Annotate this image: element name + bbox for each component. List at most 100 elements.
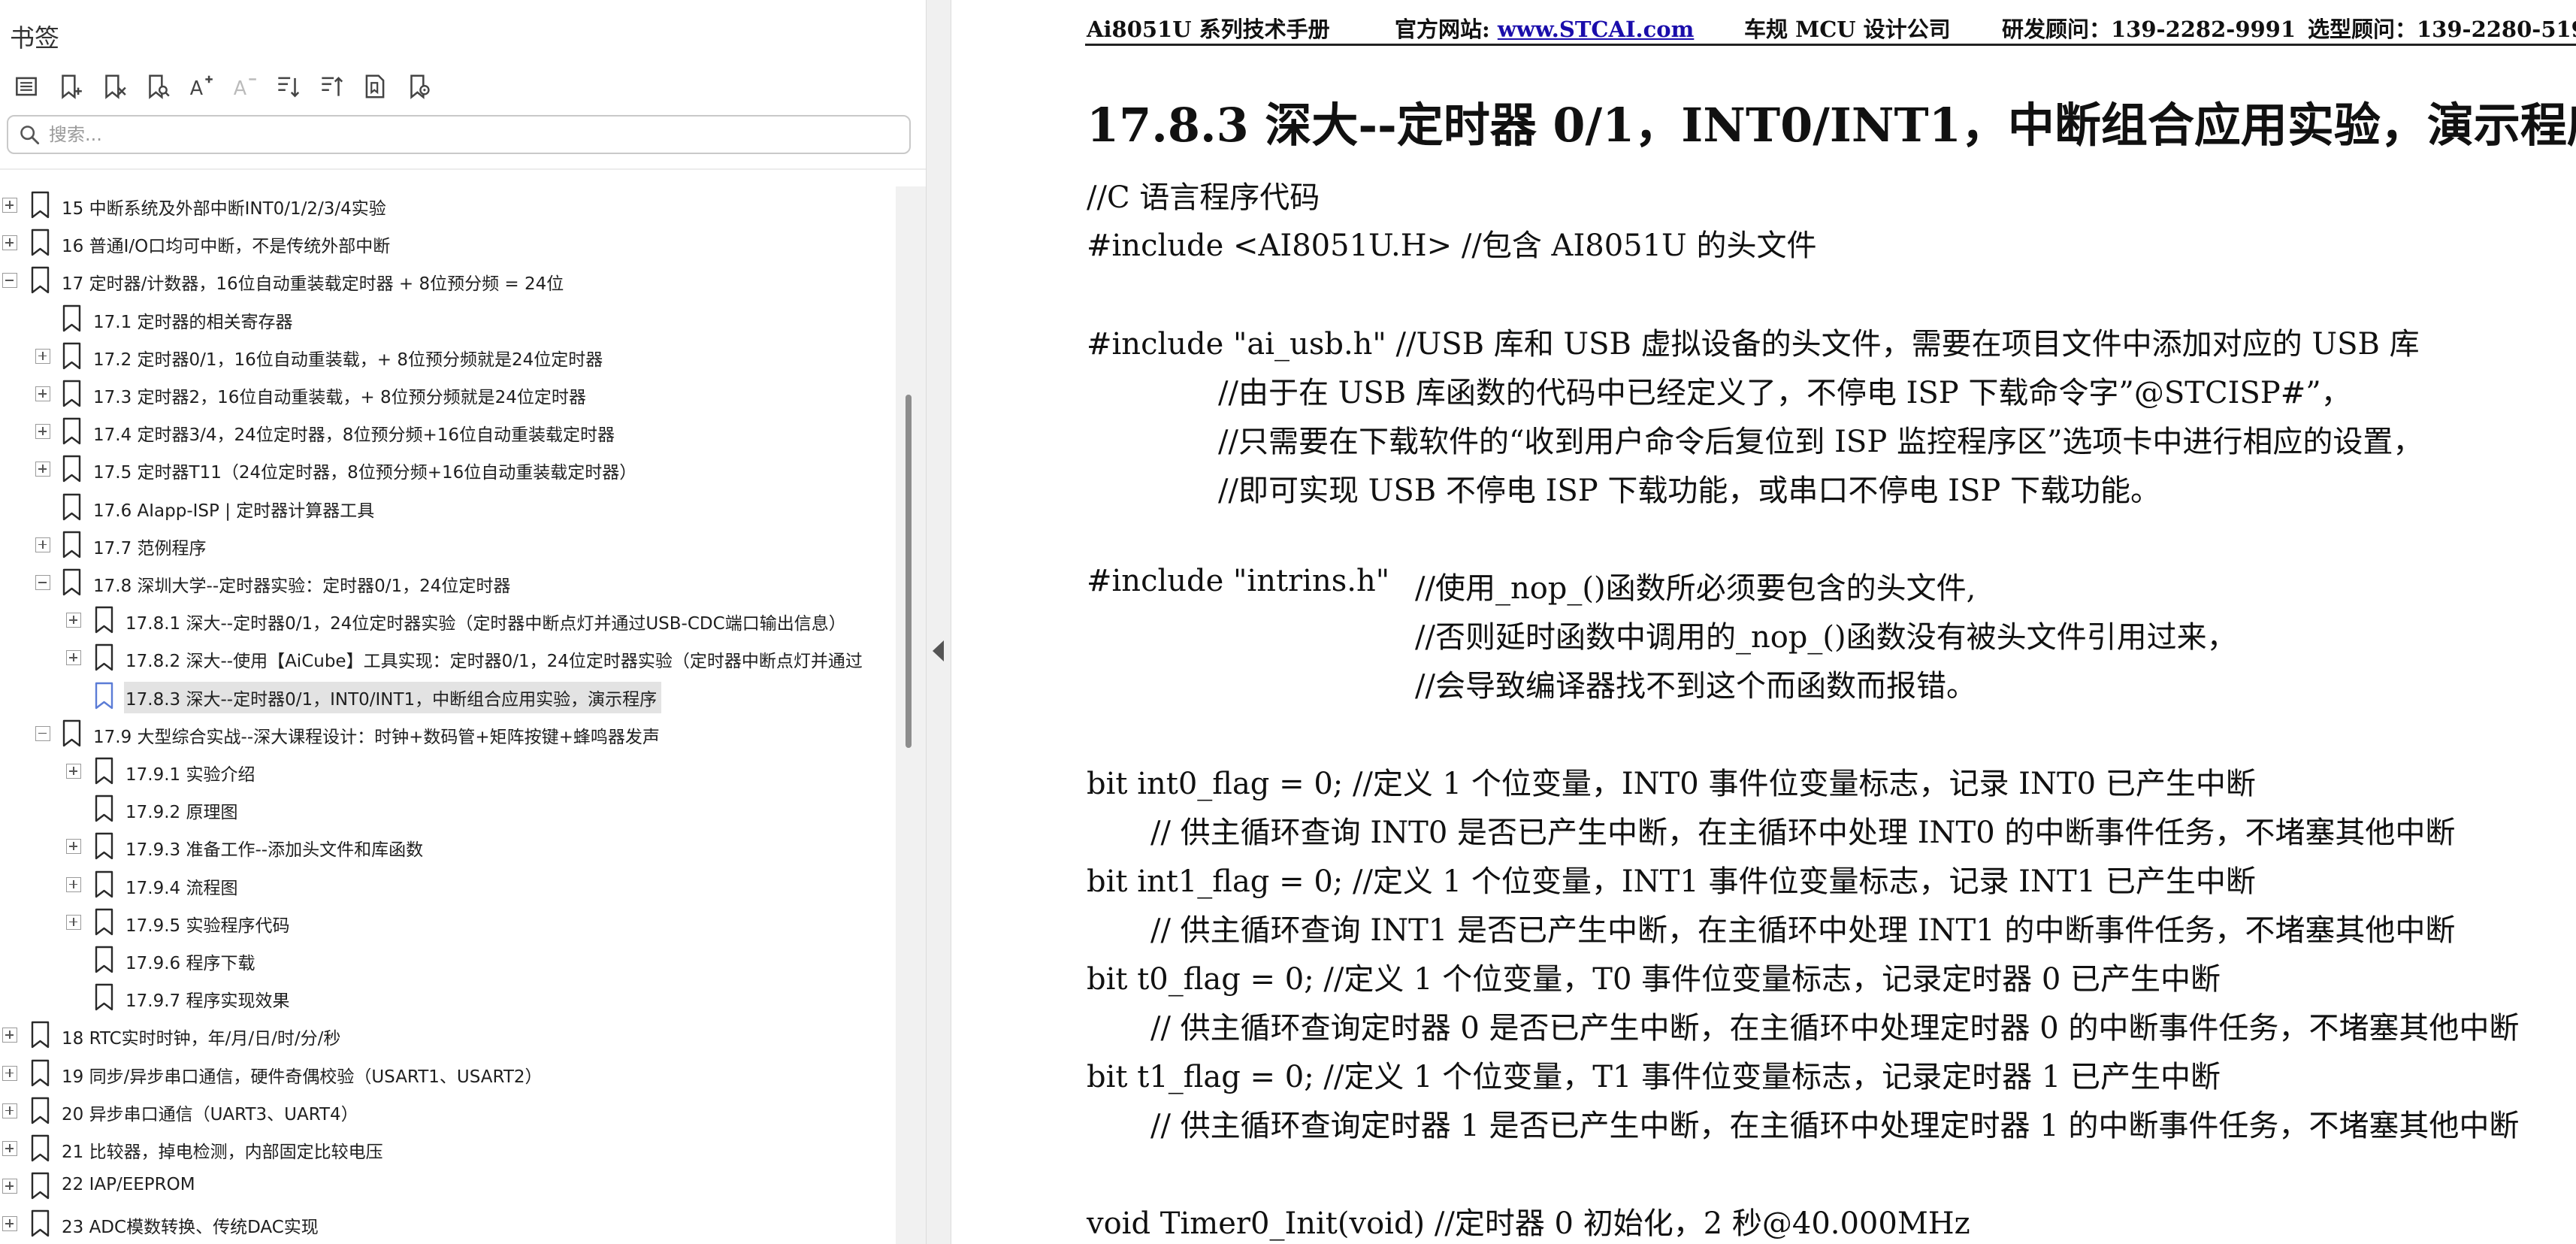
bookmark-locate-icon bbox=[410, 74, 430, 99]
bookmark-icon bbox=[95, 682, 113, 709]
collapse-toggle[interactable] bbox=[35, 575, 50, 590]
delete-bookmark-button[interactable] bbox=[93, 66, 134, 107]
expand-toggle[interactable] bbox=[2, 1216, 17, 1232]
bookmark-label: 18 RTC实时时钟，年/月/日/时/分/秒 bbox=[62, 1029, 341, 1049]
expand-toggle[interactable] bbox=[35, 424, 50, 440]
bookmark-item[interactable]: 18 RTC实时时钟，年/月/日/时/分/秒 bbox=[0, 1016, 896, 1054]
expand-toggle[interactable] bbox=[66, 613, 81, 628]
bookmark-item[interactable]: 22 IAP/EEPROM bbox=[0, 1167, 896, 1205]
code-line: //使用_nop_()函数所必须要包含的头文件, bbox=[1415, 571, 1976, 606]
expand-toggle[interactable] bbox=[2, 1179, 17, 1194]
bookmark-item[interactable]: 17.9 大型综合实战--深大课程设计：时钟+数码管+矩阵按键+蜂鸣器发声 bbox=[0, 715, 896, 752]
expand-toggle[interactable] bbox=[2, 235, 17, 251]
find-bookmark-button[interactable] bbox=[137, 66, 177, 107]
bookmark-icon bbox=[95, 908, 113, 935]
code-line: #include <AI8051U.H> //包含 AI8051U 的头文件 bbox=[1087, 229, 1817, 263]
bookmark-label: 17.3 定时器2，16位自动重装载，+ 8位预分频就是24位定时器 bbox=[93, 388, 586, 407]
bookmark-list-button[interactable] bbox=[6, 66, 47, 107]
add-bookmark-button[interactable] bbox=[50, 66, 90, 107]
bookmark-label: 17.8.3 深大--定时器0/1，INT0/INT1，中断组合应用实验，演示程… bbox=[124, 681, 662, 713]
expand-toggle[interactable] bbox=[66, 839, 81, 855]
bookmark-label: 22 IAP/EEPROM bbox=[62, 1175, 195, 1195]
bookmark-icon bbox=[62, 493, 81, 520]
bookmark-icon bbox=[62, 568, 81, 596]
bookmark-label: 17.5 定时器T11（24位定时器，8位预分频+16位自动重装载定时器） bbox=[93, 463, 637, 483]
expand-all-icon bbox=[278, 77, 300, 98]
bookmark-icon bbox=[62, 456, 81, 483]
font-increase-button[interactable]: A bbox=[180, 66, 221, 107]
bookmark-item[interactable]: 17.8.1 深大--定时器0/1，24位定时器实验（定时器中断点灯并通过USB… bbox=[0, 601, 896, 639]
bookmark-item[interactable]: 23 ADC模数转换、传统DAC实现 bbox=[0, 1205, 896, 1242]
panel-splitter[interactable] bbox=[926, 0, 951, 1244]
bookmark-icon bbox=[95, 757, 113, 785]
bookmark-label: 17.9.4 流程图 bbox=[125, 878, 238, 898]
svg-text:A: A bbox=[190, 77, 204, 99]
bookmark-item[interactable]: 20 异步串口通信（UART3、UART4） bbox=[0, 1092, 896, 1130]
expand-toggle[interactable] bbox=[2, 198, 17, 213]
bookmark-item[interactable]: 17.5 定时器T11（24位定时器，8位预分频+16位自动重装载定时器） bbox=[0, 450, 896, 488]
font-decrease-button[interactable]: A bbox=[224, 66, 265, 107]
bookmark-item[interactable]: 17.7 范例程序 bbox=[0, 526, 896, 564]
bookmark-label: 17.4 定时器3/4，24位定时器，8位预分频+16位自动重装载定时器 bbox=[93, 425, 615, 446]
expand-toggle[interactable] bbox=[2, 1028, 17, 1043]
bookmark-item[interactable]: 15 中断系统及外部中断INT0/1/2/3/4实验 bbox=[0, 186, 896, 224]
expand-toggle[interactable] bbox=[2, 1141, 17, 1156]
scrollbar-thumb[interactable] bbox=[906, 395, 912, 748]
expand-toggle[interactable] bbox=[66, 650, 81, 666]
expand-toggle[interactable] bbox=[66, 876, 81, 892]
bookmark-item[interactable]: 17.2 定时器0/1，16位自动重装载，+ 8位预分频就是24位定时器 bbox=[0, 337, 896, 375]
bookmark-item[interactable]: 19 同步/异步串口通信，硬件奇偶校验（USART1、USART2） bbox=[0, 1055, 896, 1092]
bookmark-item[interactable]: 21 比较器，掉电检测，内部固定比较电压 bbox=[0, 1130, 896, 1167]
collapse-panel-icon[interactable] bbox=[933, 640, 944, 661]
bookmark-locate-button[interactable] bbox=[398, 66, 439, 107]
collapse-all-button[interactable] bbox=[311, 66, 352, 107]
bookmark-icon bbox=[31, 191, 50, 219]
bookmark-item[interactable]: 17.9.1 实验介绍 bbox=[0, 752, 896, 790]
bookmark-item[interactable]: 17 定时器/计数器，16位自动重装载定时器 + 8位预分频 = 24位 bbox=[0, 262, 896, 299]
expand-toggle[interactable] bbox=[35, 348, 50, 364]
header-sel-contact: 选型顾问：139-2280-5190 bbox=[2308, 17, 2576, 42]
bookmark-item[interactable]: 16 普通I/O口均可中断，不是传统外部中断 bbox=[0, 224, 896, 262]
website-link[interactable]: www.STCAI.com bbox=[1498, 17, 1695, 42]
bookmark-item[interactable]: 17.9.7 程序实现效果 bbox=[0, 979, 896, 1016]
bookmark-icon bbox=[62, 417, 81, 445]
bookmark-item[interactable]: 17.9.5 实验程序代码 bbox=[0, 903, 896, 941]
expand-toggle[interactable] bbox=[66, 914, 81, 930]
expand-toggle[interactable] bbox=[35, 537, 50, 552]
code-line: bit t0_flag = 0; //定义 1 个位变量，T0 事件位变量标志，… bbox=[1087, 962, 2221, 997]
bookmark-label: 17.9.3 准备工作--添加头文件和库函数 bbox=[125, 840, 424, 861]
bookmark-label: 17.9.5 实验程序代码 bbox=[125, 916, 290, 936]
expand-toggle[interactable] bbox=[2, 1065, 17, 1081]
code-line: //C 语言程序代码 bbox=[1087, 180, 1320, 215]
bookmark-page-icon bbox=[365, 74, 385, 98]
expand-toggle[interactable] bbox=[35, 386, 50, 401]
bookmark-list-icon bbox=[16, 77, 37, 96]
bookmark-item[interactable]: 17.1 定时器的相关寄存器 bbox=[0, 300, 896, 337]
bookmark-page-button[interactable] bbox=[355, 66, 395, 107]
header-rd-contact: 研发顾问：139-2282-9991 bbox=[2002, 17, 2296, 42]
collapse-toggle[interactable] bbox=[35, 725, 50, 741]
bookmark-item[interactable]: 17.8 深圳大学--定时器实验：定时器0/1，24位定时器 bbox=[0, 564, 896, 601]
bookmark-icon bbox=[31, 1097, 50, 1124]
code-line: #include "intrins.h" bbox=[1087, 564, 1390, 598]
expand-toggle[interactable] bbox=[2, 1103, 17, 1118]
bookmark-icon bbox=[62, 380, 81, 407]
bookmark-search-box[interactable] bbox=[7, 115, 911, 154]
bookmark-item[interactable]: 17.8.3 深大--定时器0/1，INT0/INT1，中断组合应用实验，演示程… bbox=[0, 677, 896, 715]
bookmark-item[interactable]: 17.9.6 程序下载 bbox=[0, 941, 896, 979]
bookmark-item[interactable]: 17.8.2 深大--使用【AiCube】工具实现：定时器0/1，24位定时器实… bbox=[0, 639, 896, 676]
bookmark-item[interactable]: 17.4 定时器3/4，24位定时器，8位预分频+16位自动重装载定时器 bbox=[0, 413, 896, 450]
expand-toggle[interactable] bbox=[35, 462, 50, 477]
bookmark-label: 15 中断系统及外部中断INT0/1/2/3/4实验 bbox=[62, 199, 386, 219]
bookmark-item[interactable]: 17.9.3 准备工作--添加头文件和库函数 bbox=[0, 828, 896, 865]
expand-all-button[interactable] bbox=[268, 66, 308, 107]
section-heading: 17.8.3 深大--定时器 0/1，INT0/INT1，中断组合应用实验，演示… bbox=[1087, 98, 2576, 153]
bookmark-item[interactable]: 17.3 定时器2，16位自动重装载，+ 8位预分频就是24位定时器 bbox=[0, 375, 896, 413]
bookmark-item[interactable]: 17.6 AIapp-ISP | 定时器计算器工具 bbox=[0, 489, 896, 526]
collapse-toggle[interactable] bbox=[2, 273, 17, 289]
bookmark-item[interactable]: 17.9.4 流程图 bbox=[0, 866, 896, 903]
bookmark-label: 17.1 定时器的相关寄存器 bbox=[93, 312, 293, 332]
bookmark-item[interactable]: 17.9.2 原理图 bbox=[0, 790, 896, 828]
expand-toggle[interactable] bbox=[66, 764, 81, 779]
search-input[interactable] bbox=[49, 124, 875, 145]
